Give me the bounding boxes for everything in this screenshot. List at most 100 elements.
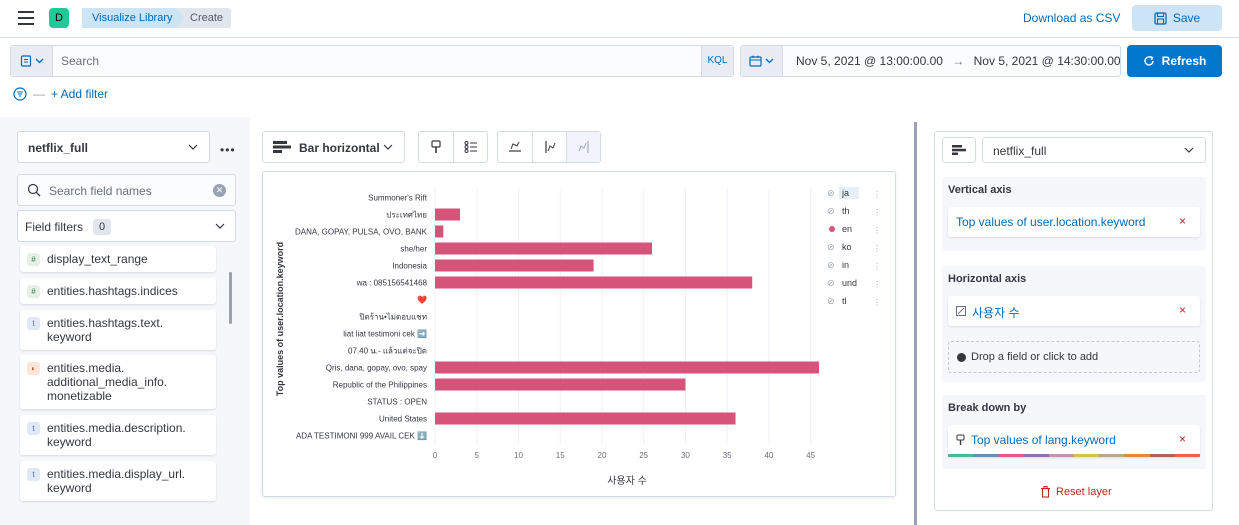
bar-horizontal-icon — [952, 145, 966, 155]
paintbrush-icon[interactable] — [419, 132, 453, 162]
field-item[interactable]: # entities.hashtags.indices — [20, 278, 216, 304]
color-palette — [948, 454, 1201, 457]
chart-type-select[interactable]: Bar horizontal — [262, 131, 405, 163]
vertical-axis-section: Vertical axis Top values of user.locatio… — [942, 177, 1206, 251]
legend-drag-icon[interactable]: ⋮ — [873, 190, 881, 199]
field-item[interactable]: ◐ entities.media. additional_media_info. … — [20, 355, 216, 409]
y-tick-label: liat liat testimoni cek ➡️ — [343, 329, 427, 339]
breakdown-dimension[interactable]: Top values of lang.keyword × — [948, 425, 1201, 457]
layer-data-view-select[interactable]: netflix_full — [982, 137, 1206, 163]
save-icon — [1154, 11, 1167, 25]
more-options-icon[interactable]: ••• — [220, 143, 236, 157]
legend-item[interactable]: th — [842, 206, 850, 216]
trash-icon — [1041, 486, 1050, 498]
field-name: entities.hashtags.text. keyword — [47, 316, 164, 344]
horizontal-axis-dimension[interactable]: 사용자 수 × — [948, 296, 1200, 326]
legend-item[interactable]: ja — [841, 188, 849, 198]
date-picker: Nov 5, 2021 @ 13:00:00.00 → Nov 5, 2021 … — [740, 45, 1121, 77]
legend-hidden-icon: ⊘ — [827, 278, 835, 288]
bar-horizontal-icon — [273, 141, 291, 153]
save-button[interactable]: Save — [1132, 5, 1222, 31]
panel-resize-handle[interactable] — [914, 122, 917, 525]
layer-data-view-name: netflix_full — [993, 144, 1047, 158]
legend-drag-icon[interactable]: ⋮ — [873, 244, 881, 253]
query-bar: Search KQL — [10, 45, 734, 77]
remove-breakdown-icon[interactable]: × — [1179, 432, 1186, 446]
remove-vertical-axis-icon[interactable]: × — [1179, 214, 1186, 228]
y-tick-label: United States — [379, 415, 427, 424]
y-tick-label: 07.40 น.- แล้วแต่จะปิด — [348, 347, 427, 356]
vertical-axis-dimension[interactable]: Top values of user.location.keyword × — [948, 207, 1200, 237]
legend-drag-icon[interactable]: ⋮ — [873, 226, 881, 235]
bottom-axis-icon[interactable] — [498, 132, 532, 162]
add-filter-link[interactable]: + Add filter — [51, 87, 108, 101]
style-toolbar-group — [418, 131, 488, 163]
chevron-down-icon — [188, 144, 198, 150]
legend-hidden-icon: ⊘ — [827, 296, 835, 306]
chart-bar[interactable] — [435, 378, 686, 391]
menu-icon[interactable] — [18, 11, 34, 25]
reset-layer-button[interactable]: Reset layer — [1040, 486, 1112, 498]
right-axis-icon — [566, 132, 600, 162]
legend-item[interactable]: en — [842, 224, 852, 234]
data-view-name: netflix_full — [28, 141, 89, 155]
field-list-scrollbar[interactable] — [229, 272, 232, 324]
date-start[interactable]: Nov 5, 2021 @ 13:00:00.00 — [796, 54, 943, 68]
add-field-dropzone[interactable]: Drop a field or click to add — [948, 341, 1200, 373]
legend-hidden-icon: ⊘ — [827, 260, 835, 270]
quick-menu-button[interactable] — [741, 46, 783, 76]
field-item[interactable]: t entities.hashtags.text. keyword — [20, 310, 216, 350]
breadcrumb-visualize-library[interactable]: Visualize Library — [82, 8, 187, 28]
breadcrumb-create: Create — [176, 8, 231, 28]
field-item[interactable]: t entities.media.display_url. keyword — [20, 461, 216, 501]
layer-type-button[interactable] — [942, 137, 976, 163]
chart-bar[interactable] — [435, 208, 461, 221]
chart-bar[interactable] — [435, 259, 594, 272]
x-tick-label: 5 — [475, 451, 480, 460]
bar-chart[interactable]: Summoner's Rift ประเทศไทย DANA, GOPAY, PUL… — [263, 172, 895, 496]
data-view-select[interactable]: netflix_full — [17, 131, 210, 163]
query-language-button[interactable]: KQL — [701, 46, 733, 76]
field-filters-dropdown[interactable]: Field filters 0 — [17, 210, 236, 242]
chart-bar[interactable] — [435, 225, 444, 238]
filter-row: — + Add filter — [13, 87, 108, 101]
number-field-icon: # — [27, 253, 40, 266]
x-tick-label: 20 — [598, 451, 607, 460]
y-tick-label: Qris, dana, gopay, ovo, spay — [326, 364, 427, 373]
remove-horizontal-axis-icon[interactable]: × — [1179, 303, 1186, 317]
field-item[interactable]: # display_text_range — [20, 246, 216, 272]
y-tick-label: Summoner's Rift — [368, 194, 428, 203]
download-csv-link[interactable]: Download as CSV — [1023, 11, 1120, 25]
calendar-icon — [749, 55, 762, 67]
field-search-input[interactable]: Search field names ✕ — [17, 174, 236, 206]
saved-query-icon — [20, 55, 31, 67]
legend-drag-icon[interactable]: ⋮ — [873, 298, 881, 307]
chart-bar[interactable] — [435, 276, 753, 289]
saved-query-button[interactable] — [11, 46, 53, 76]
legend-item[interactable]: ko — [842, 242, 852, 252]
left-axis-icon[interactable] — [532, 132, 566, 162]
legend-drag-icon[interactable]: ⋮ — [873, 280, 881, 289]
field-name: entities.media.display_url. keyword — [47, 467, 186, 495]
legend-icon[interactable] — [453, 132, 487, 162]
legend-drag-icon[interactable]: ⋮ — [873, 262, 881, 271]
chart-bar[interactable] — [435, 361, 819, 374]
y-tick-label: DANA, GOPAY, PULSA, OVO, BANK — [295, 228, 428, 237]
legend-item[interactable]: in — [842, 260, 849, 270]
field-filters-count: 0 — [93, 219, 112, 235]
query-search-input[interactable]: Search — [61, 54, 99, 68]
string-field-icon: t — [27, 422, 40, 435]
filter-icon[interactable] — [13, 87, 27, 101]
chart-bar[interactable] — [435, 242, 653, 255]
legend-drag-icon[interactable]: ⋮ — [873, 208, 881, 217]
field-item[interactable]: t entities.media.description. keyword — [20, 415, 216, 455]
date-range[interactable]: Nov 5, 2021 @ 13:00:00.00 → Nov 5, 2021 … — [796, 54, 1121, 68]
date-end[interactable]: Nov 5, 2021 @ 14:30:00.00 — [974, 54, 1121, 68]
space-avatar[interactable]: D — [49, 8, 69, 28]
clear-icon[interactable]: ✕ — [213, 184, 226, 197]
legend-item[interactable]: und — [842, 278, 857, 288]
chevron-down-icon — [35, 58, 43, 64]
refresh-button[interactable]: Refresh — [1127, 45, 1222, 77]
chart-bar[interactable] — [435, 412, 736, 425]
legend-item[interactable]: tl — [842, 296, 847, 306]
